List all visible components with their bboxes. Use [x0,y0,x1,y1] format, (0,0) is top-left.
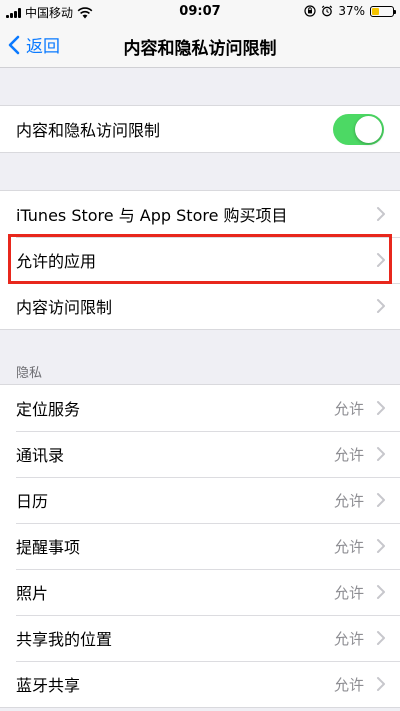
menu-row-label: 内容访问限制 [16,298,113,317]
page-title: 内容和隐私访问限制 [123,39,277,59]
privacy-row-label: 蓝牙共享 [16,676,81,695]
privacy-group: 定位服务 允许 通讯录 允许 日历 允许 提醒事项 允许 照片 允许 共享我的位… [0,384,400,708]
privacy-row-label: 共享我的位置 [16,630,113,649]
content-privacy-toggle-row: 内容和隐私访问限制 [0,106,400,152]
orientation-lock-icon [304,5,316,17]
privacy-row-photos[interactable]: 照片 允许 [0,569,400,615]
toggle-group: 内容和隐私访问限制 [0,105,400,153]
chevron-right-icon [377,207,385,221]
privacy-row-label: 定位服务 [16,400,81,419]
chevron-right-icon [377,401,385,415]
screen: 中国移动 09:07 37% 返回 内容和隐私访问限制 内容和隐私访问限制 iT… [0,0,400,711]
status-right: 37% [304,4,396,18]
chevron-right-icon [377,299,385,313]
toggle-row-label: 内容和隐私访问限制 [16,121,161,140]
alarm-icon [322,5,333,17]
battery-percent: 37% [338,4,365,18]
battery-icon [370,5,396,17]
privacy-row-label: 通讯录 [16,446,65,465]
privacy-row-reminders[interactable]: 提醒事项 允许 [0,523,400,569]
chevron-right-icon [377,677,385,691]
privacy-row-value: 允许 [333,629,364,648]
battery-fill [372,7,380,15]
chevron-right-icon [377,253,385,267]
menu-row-label: iTunes Store 与 App Store 购买项目 [16,206,288,225]
privacy-row-share-location[interactable]: 共享我的位置 允许 [0,615,400,661]
privacy-row-label: 提醒事项 [16,538,81,557]
privacy-row-calendar[interactable]: 日历 允许 [0,477,400,523]
privacy-row-label: 日历 [16,492,49,511]
privacy-row-value: 允许 [333,399,364,418]
privacy-row-bluetooth[interactable]: 蓝牙共享 允许 [0,661,400,707]
menu-group: iTunes Store 与 App Store 购买项目 允许的应用 内容访问… [0,190,400,330]
chevron-right-icon [377,447,385,461]
privacy-row-label: 照片 [16,584,49,603]
privacy-row-value: 允许 [333,583,364,602]
section-header-privacy: 隐私 [16,366,43,381]
menu-row-content-restrictions[interactable]: 内容访问限制 [0,283,400,329]
menu-row-allowed-apps[interactable]: 允许的应用 [0,237,400,283]
privacy-row-location[interactable]: 定位服务 允许 [0,385,400,431]
chevron-right-icon [377,631,385,645]
privacy-row-value: 允许 [333,491,364,510]
content-privacy-toggle[interactable] [333,113,384,145]
toggle-knob [355,115,382,143]
chevron-right-icon [377,539,385,553]
navigation-bar: 返回 内容和隐私访问限制 [0,24,400,68]
privacy-row-value: 允许 [333,445,364,464]
menu-row-label: 允许的应用 [16,252,97,271]
privacy-row-contacts[interactable]: 通讯录 允许 [0,431,400,477]
privacy-row-value: 允许 [333,675,364,694]
status-bar: 中国移动 09:07 37% [0,0,400,24]
chevron-right-icon [377,493,385,507]
menu-row-purchases[interactable]: iTunes Store 与 App Store 购买项目 [0,191,400,237]
privacy-row-value: 允许 [333,537,364,556]
chevron-right-icon [377,585,385,599]
